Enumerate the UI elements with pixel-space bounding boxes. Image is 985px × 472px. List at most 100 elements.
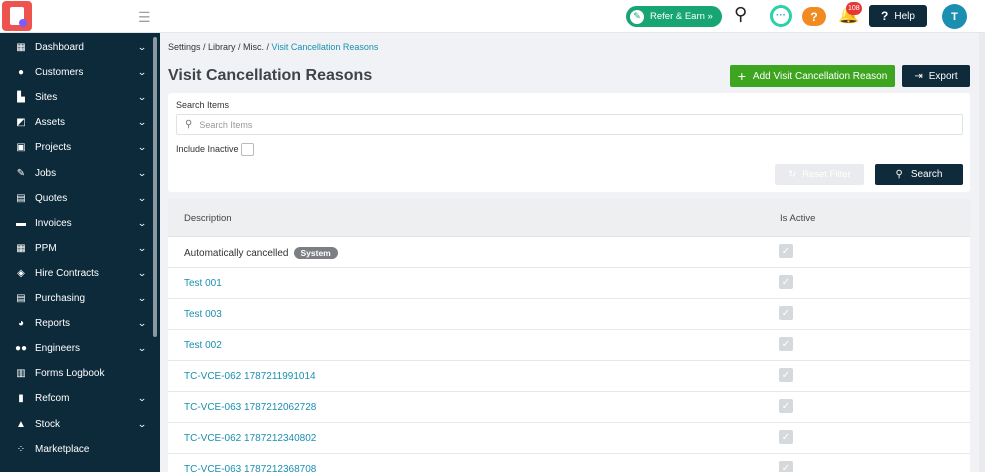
chat-icon[interactable]: ··· <box>770 5 792 27</box>
description-text[interactable]: TC-VCE-063 1787212368708 <box>184 464 316 472</box>
breadcrumb-path[interactable]: Settings / Library / Misc. / <box>168 42 272 52</box>
sidebar-item-forms-logbook[interactable]: ▥ Forms Logbook <box>0 361 152 386</box>
add-button-label: Add Visit Cancellation Reason <box>752 70 888 82</box>
search-button[interactable]: ⚲ Search <box>875 164 963 185</box>
chevron-down-icon[interactable]: ⌄ <box>129 117 155 128</box>
refer-earn-button[interactable]: ✎ Refer & Earn » <box>626 6 722 27</box>
description-cell[interactable]: TC-VCE-063 1787212368708 <box>184 464 316 472</box>
invoice-icon: ▬ <box>16 217 26 229</box>
table-row[interactable]: Test 001 ✓ <box>168 268 970 299</box>
add-visit-cancellation-reason-button[interactable]: + Add Visit Cancellation Reason <box>730 65 895 87</box>
chevron-down-icon[interactable]: ⌄ <box>129 419 155 430</box>
help-button[interactable]: ? Help <box>869 5 927 27</box>
sidebar-item-purchasing[interactable]: ▤ Purchasing ⌄ <box>0 286 152 311</box>
column-is-active[interactable]: Is Active <box>780 213 815 224</box>
sidebar-item-label: Refcom <box>35 393 70 405</box>
question-icon: ? <box>881 9 889 23</box>
chevron-down-icon[interactable]: ⌄ <box>129 268 155 279</box>
sidebar-item-invoices[interactable]: ▬ Invoices ⌄ <box>0 211 152 236</box>
sidebar-item-hire-contracts[interactable]: ◈ Hire Contracts ⌄ <box>0 261 152 286</box>
clipboard-icon: ▤ <box>16 192 26 204</box>
sidebar-item-label: Customers <box>35 67 84 79</box>
table-row[interactable]: TC-VCE-063 1787212062728 ✓ <box>168 392 970 423</box>
chevron-down-icon[interactable]: ⌄ <box>129 142 155 153</box>
description-text[interactable]: TC-VCE-063 1787212062728 <box>184 402 316 413</box>
reset-filter-button[interactable]: ↻ Reset Filter <box>775 164 864 185</box>
search-input[interactable] <box>199 119 900 130</box>
chevron-down-icon[interactable]: ⌄ <box>129 293 155 304</box>
table-header: Description Is Active <box>168 199 970 237</box>
search-button-label: Search <box>910 169 943 180</box>
chevron-down-icon[interactable]: ⌄ <box>129 92 155 103</box>
building-icon: ▙ <box>17 92 25 104</box>
search-icon[interactable]: ⚲ <box>734 4 747 25</box>
table-row[interactable]: Test 003 ✓ <box>168 299 970 330</box>
chevron-down-icon[interactable]: ⌄ <box>129 193 155 204</box>
table-row[interactable]: TC-VCE-062 1787211991014 ✓ <box>168 361 970 392</box>
description-text[interactable]: TC-VCE-062 1787211991014 <box>184 371 316 382</box>
app-logo[interactable] <box>2 1 32 31</box>
sidebar-item-label: Engineers <box>35 343 81 355</box>
sidebar-item-customers[interactable]: ● Customers ⌄ <box>0 60 152 85</box>
sidebar-item-projects[interactable]: ▣ Projects ⌄ <box>0 135 152 160</box>
chevron-down-icon[interactable]: ⌄ <box>129 393 155 404</box>
chevron-down-icon[interactable]: ⌄ <box>129 42 155 53</box>
is-active-checkbox: ✓ <box>779 275 793 289</box>
description-cell[interactable]: Test 001 <box>184 278 222 289</box>
sidebar-item-label: Marketplace <box>35 443 90 455</box>
user-avatar[interactable]: T <box>942 4 967 29</box>
chevron-down-icon[interactable]: ⌄ <box>129 168 155 179</box>
chevron-down-icon[interactable]: ⌄ <box>129 318 155 329</box>
sidebar-item-sites[interactable]: ▙ Sites ⌄ <box>0 85 152 110</box>
refer-earn-label: Refer & Earn » <box>650 11 713 22</box>
menu-toggle-icon[interactable]: ☰ <box>138 9 151 26</box>
system-badge: System <box>293 247 338 259</box>
description-text: Automatically cancelled <box>184 247 289 259</box>
description-cell[interactable]: TC-VCE-062 1787211991014 <box>184 371 316 382</box>
description-cell[interactable]: TC-VCE-063 1787212062728 <box>184 402 316 413</box>
description-cell[interactable]: Test 003 <box>184 309 222 320</box>
include-inactive-checkbox[interactable] <box>241 143 254 156</box>
chevron-down-icon[interactable]: ⌄ <box>129 243 155 254</box>
column-description[interactable]: Description <box>184 213 232 224</box>
table-row[interactable]: TC-VCE-063 1787212368708 ✓ <box>168 454 970 472</box>
description-cell: Automatically cancelled System <box>184 247 338 259</box>
description-text[interactable]: Test 003 <box>184 309 222 320</box>
reset-filter-label: Reset Filter <box>802 169 851 180</box>
sidebar-item-jobs[interactable]: ✎ Jobs ⌄ <box>0 161 152 186</box>
sidebar-item-label: PPM <box>35 242 57 254</box>
sidebar-item-ppm[interactable]: ▦ PPM ⌄ <box>0 236 152 261</box>
description-text[interactable]: Test 001 <box>184 278 222 289</box>
wrench-icon: ✎ <box>16 167 26 179</box>
sidebar-item-label: Stock <box>35 418 61 430</box>
sidebar-item-quotes[interactable]: ▤ Quotes ⌄ <box>0 186 152 211</box>
sidebar-item-stock[interactable]: ▲ Stock ⌄ <box>0 412 152 437</box>
sidebar-item-reports[interactable]: ◕ Reports ⌄ <box>0 311 152 336</box>
is-active-checkbox: ✓ <box>779 244 793 258</box>
is-active-checkbox: ✓ <box>779 461 793 472</box>
sidebar-item-refcom[interactable]: ▮ Refcom ⌄ <box>0 386 152 411</box>
chevron-down-icon[interactable]: ⌄ <box>129 343 155 354</box>
export-button[interactable]: ⇥ Export <box>902 65 970 87</box>
description-text[interactable]: Test 002 <box>184 340 222 351</box>
sidebar-item-assets[interactable]: ◩ Assets ⌄ <box>0 110 152 135</box>
sidebar-item-label: Dashboard <box>35 42 84 53</box>
description-cell[interactable]: Test 002 <box>184 340 222 351</box>
chevron-down-icon[interactable]: ⌄ <box>129 218 155 229</box>
sidebar-item-engineers[interactable]: ●● Engineers ⌄ <box>0 336 152 361</box>
table-row[interactable]: Test 002 ✓ <box>168 330 970 361</box>
sidebar-item-label: Sites <box>35 92 58 104</box>
table-row[interactable]: Automatically cancelled System ✓ <box>168 237 970 268</box>
chevron-down-icon[interactable]: ⌄ <box>129 67 155 78</box>
sidebar-item-marketplace[interactable]: ⁘ Marketplace <box>0 437 152 462</box>
table-row[interactable]: TC-VCE-062 1787212340802 ✓ <box>168 423 970 454</box>
export-label: Export <box>928 70 958 82</box>
description-text[interactable]: TC-VCE-062 1787212340802 <box>184 433 316 444</box>
sidebar-item-dashboard[interactable]: ▦ Dashboard ⌄ <box>0 35 152 60</box>
sidebar-scrollbar[interactable] <box>153 37 157 337</box>
grid-icon: ⁘ <box>16 443 26 455</box>
search-button-icon: ⚲ <box>895 169 903 180</box>
support-cloud-icon[interactable]: ? <box>802 7 826 26</box>
description-cell[interactable]: TC-VCE-062 1787212340802 <box>184 433 316 444</box>
search-box[interactable]: ⚲ <box>176 114 963 135</box>
